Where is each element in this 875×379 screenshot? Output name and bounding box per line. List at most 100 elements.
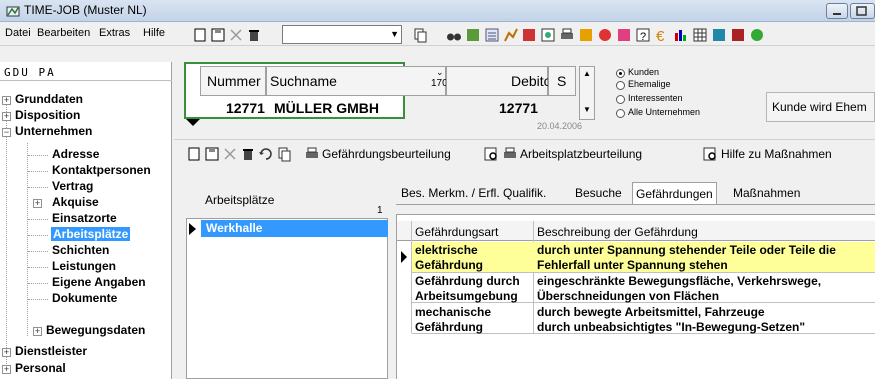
tree-item-personal[interactable]: Personal bbox=[15, 361, 66, 375]
tab-besuche[interactable]: Besuche bbox=[572, 182, 625, 204]
menu-hilfe[interactable]: Hilfe bbox=[143, 27, 165, 39]
cell-art: Gefährdung durch bbox=[415, 274, 520, 288]
help-icon[interactable]: ? bbox=[635, 27, 651, 43]
tools-icon[interactable] bbox=[578, 27, 594, 43]
cell-desc: durch unbeabsichtigtes "In-Bewegung-Setz… bbox=[537, 320, 806, 334]
customer-debitor[interactable]: 12771 bbox=[499, 100, 538, 116]
close-icon[interactable] bbox=[222, 146, 238, 162]
report-icon[interactable] bbox=[521, 27, 537, 43]
print-preview-icon[interactable] bbox=[702, 146, 718, 162]
expand-icon[interactable]: + bbox=[2, 348, 11, 357]
calendar-icon[interactable] bbox=[711, 27, 727, 43]
new-document-icon[interactable] bbox=[186, 146, 202, 162]
chart-icon[interactable] bbox=[616, 27, 632, 43]
expand-icon[interactable]: + bbox=[2, 365, 11, 374]
scroll-down-icon[interactable]: ▼ bbox=[583, 105, 591, 114]
measures-help-button[interactable]: Hilfe zu Maßnahmen bbox=[721, 147, 832, 161]
chevron-down-icon[interactable]: ▼ bbox=[390, 29, 399, 39]
svg-text:€: € bbox=[656, 28, 665, 43]
customer-name[interactable]: MÜLLER GMBH bbox=[274, 100, 379, 116]
graph-icon[interactable] bbox=[503, 27, 519, 43]
tree-connector bbox=[28, 171, 48, 172]
workplace-assessment-button[interactable]: Arbeitsplatzbeurteilung bbox=[520, 147, 642, 161]
tab-qualifikation[interactable]: Bes. Merkm. / Erfl. Qualifik. bbox=[398, 182, 549, 204]
preview-icon[interactable] bbox=[540, 27, 556, 43]
binoculars-icon[interactable] bbox=[446, 27, 462, 43]
tab-massnahmen[interactable]: Maßnahmen bbox=[730, 182, 803, 204]
table-icon[interactable] bbox=[692, 27, 708, 43]
tree-item-dokumente[interactable]: Dokumente bbox=[52, 291, 117, 305]
expand-icon[interactable]: + bbox=[2, 96, 11, 105]
workplace-item-werkhalle[interactable]: Werkhalle bbox=[206, 221, 262, 235]
printer-icon[interactable] bbox=[502, 146, 518, 162]
radio-interessenten[interactable] bbox=[616, 95, 625, 104]
delete-icon[interactable] bbox=[246, 27, 262, 43]
maximize-button[interactable] bbox=[850, 3, 875, 19]
address-book-icon[interactable] bbox=[465, 27, 481, 43]
settings-icon[interactable] bbox=[597, 27, 613, 43]
tree-item-bewegungsdaten[interactable]: Bewegungsdaten bbox=[46, 323, 145, 337]
tree-item-vertrag[interactable]: Vertrag bbox=[52, 179, 93, 193]
menu-bearbeiten[interactable]: Bearbeiten bbox=[37, 27, 90, 39]
exit-icon[interactable] bbox=[749, 27, 765, 43]
tree-item-schichten[interactable]: Schichten bbox=[52, 243, 109, 257]
app-icon bbox=[6, 6, 20, 17]
minimize-button[interactable] bbox=[826, 3, 848, 19]
copy-icon[interactable] bbox=[276, 146, 292, 162]
col-header-beschreibung: Beschreibung der Gefährdung bbox=[537, 225, 698, 239]
radio-alle-unternehmen[interactable] bbox=[616, 109, 625, 118]
workplace-count: 1 bbox=[377, 205, 383, 216]
tree-item-leistungen[interactable]: Leistungen bbox=[52, 259, 116, 273]
tree-item-adresse[interactable]: Adresse bbox=[52, 147, 99, 161]
new-document-icon[interactable] bbox=[192, 27, 208, 43]
expand-icon[interactable]: + bbox=[2, 112, 11, 121]
tree-item-einsatzorte[interactable]: Einsatzorte bbox=[52, 211, 117, 225]
print-preview-icon[interactable] bbox=[483, 146, 499, 162]
radio-kunden[interactable] bbox=[616, 69, 625, 78]
radio-alle-label[interactable]: Alle Unternehmen bbox=[628, 107, 700, 117]
delete-icon[interactable] bbox=[240, 146, 256, 162]
tree-connector bbox=[28, 267, 48, 268]
tree-item-akquise[interactable]: Akquise bbox=[52, 195, 99, 209]
customer-number[interactable]: 12771 bbox=[226, 100, 265, 116]
tree-item-grunddaten[interactable]: Grunddaten bbox=[15, 92, 83, 106]
save-icon[interactable] bbox=[204, 146, 220, 162]
copy-icon[interactable] bbox=[412, 27, 428, 43]
tab-gefaehrdungen[interactable]: Gefährdungen bbox=[632, 182, 717, 204]
tree-item-kontaktpersonen[interactable]: Kontaktpersonen bbox=[52, 163, 151, 177]
book-icon[interactable] bbox=[730, 27, 746, 43]
euro-icon[interactable]: € bbox=[654, 27, 670, 43]
list-icon[interactable] bbox=[484, 27, 500, 43]
tree-item-arbeitsplaetze[interactable]: Arbeitsplätze bbox=[51, 227, 131, 241]
menu-extras[interactable]: Extras bbox=[99, 27, 130, 39]
scrollbar[interactable]: ▲ ▼ bbox=[579, 66, 595, 120]
expand-icon[interactable]: + bbox=[33, 199, 42, 208]
radio-ehemalige-label[interactable]: Ehemalige bbox=[628, 79, 671, 89]
tree-item-eigene-angaben[interactable]: Eigene Angaben bbox=[52, 275, 146, 289]
printer-icon[interactable] bbox=[559, 27, 575, 43]
nav-header: GDU PA bbox=[4, 66, 56, 79]
tree-item-unternehmen[interactable]: Unternehmen bbox=[15, 124, 92, 138]
expand-icon[interactable]: + bbox=[33, 327, 42, 336]
col-suchname-label: Suchname bbox=[270, 73, 337, 89]
radio-kunden-label[interactable]: Kunden bbox=[628, 67, 659, 77]
tree-connector bbox=[28, 299, 48, 300]
workplace-header-label: Arbeitsplätze bbox=[205, 193, 275, 207]
tree-item-dienstleister[interactable]: Dienstleister bbox=[15, 344, 87, 358]
collapse-icon[interactable]: − bbox=[2, 128, 11, 137]
hazard-assessment-button[interactable]: Gefährdungsbeurteilung bbox=[322, 147, 451, 161]
scroll-up-icon[interactable]: ▲ bbox=[583, 69, 591, 78]
undo-icon[interactable] bbox=[258, 146, 274, 162]
status-change-button[interactable]: Kunde wird Ehem bbox=[766, 92, 875, 122]
tree-item-disposition[interactable]: Disposition bbox=[15, 108, 80, 122]
printer-icon[interactable] bbox=[304, 146, 320, 162]
search-combo[interactable]: ▼ bbox=[282, 25, 402, 44]
bar-chart-icon[interactable] bbox=[673, 27, 689, 43]
chevron-down-icon[interactable]: ⌄ bbox=[436, 67, 444, 78]
close-icon[interactable] bbox=[228, 27, 244, 43]
save-icon[interactable] bbox=[210, 27, 226, 43]
cell-desc: durch unter Spannung stehender Teile ode… bbox=[537, 243, 836, 257]
radio-interessenten-label[interactable]: Interessenten bbox=[628, 93, 683, 103]
menu-datei[interactable]: Datei bbox=[5, 27, 31, 39]
radio-ehemalige[interactable] bbox=[616, 81, 625, 90]
